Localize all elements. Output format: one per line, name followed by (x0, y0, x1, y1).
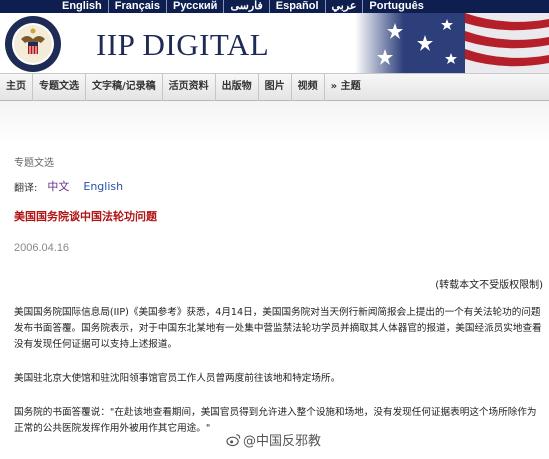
main-nav-bar: 主页 专题文选 文字稿/记录稿 活页资料 出版物 图片 视频 » 主题 (0, 73, 549, 101)
site-header-banner: IIP DIGITAL (0, 13, 549, 73)
nav-item-home[interactable]: 主页 (0, 73, 33, 101)
nav-item-fact-sheets[interactable]: 活页资料 (163, 73, 216, 101)
weibo-watermark: @中国反邪教 (226, 430, 321, 449)
nav-item-transcripts[interactable]: 文字稿/记录稿 (86, 73, 163, 101)
header-divider (0, 101, 549, 143)
nav-item-topics[interactable]: » 主题 (325, 73, 367, 101)
translation-selector: 翻译: 中文 English (14, 178, 123, 194)
publication-date: 2006.04.16 (14, 242, 70, 254)
language-link-portuguese[interactable]: Português (363, 0, 429, 13)
translate-link-english[interactable]: English (83, 180, 123, 193)
embassy-seal-icon (5, 16, 61, 72)
article-title: 美国国务院谈中国法轮功问题 (14, 210, 157, 223)
translate-link-chinese[interactable]: 中文 (47, 178, 69, 194)
nav-item-photos[interactable]: 图片 (259, 73, 292, 101)
nav-item-featured-articles[interactable]: 专题文选 (33, 73, 86, 101)
language-link-french[interactable]: Français (109, 0, 167, 13)
watermark-text: @中国反邪教 (243, 434, 322, 449)
copyright-note: (转载本文不受版权限制) (435, 280, 543, 291)
weibo-icon (226, 434, 241, 447)
nav-item-publications[interactable]: 出版物 (216, 73, 259, 101)
language-link-russian[interactable]: Русский (167, 0, 225, 13)
article-paragraph: 美国国务院国际信息局(IIP)《美国参考》获悉，4月14日，美国国务院对当天例行… (14, 307, 542, 350)
site-title[interactable]: IIP DIGITAL (96, 27, 269, 63)
section-label[interactable]: 专题文选 (14, 154, 54, 169)
language-link-persian[interactable]: فارسی (224, 0, 270, 13)
language-link-spanish[interactable]: Español (270, 0, 326, 13)
nav-item-videos[interactable]: 视频 (292, 73, 325, 101)
language-link-arabic[interactable]: عربي (326, 0, 364, 13)
language-bar: English Français Русский فارسی Español ع… (0, 0, 549, 13)
us-flag-graphic (355, 13, 549, 73)
article-paragraph: 美国驻北京大使馆和驻沈阳领事馆官员工作人员曾两度前往该地和特定场所。 (14, 373, 341, 384)
translate-label: 翻译: (14, 182, 38, 194)
language-link-english[interactable]: English (56, 0, 109, 13)
